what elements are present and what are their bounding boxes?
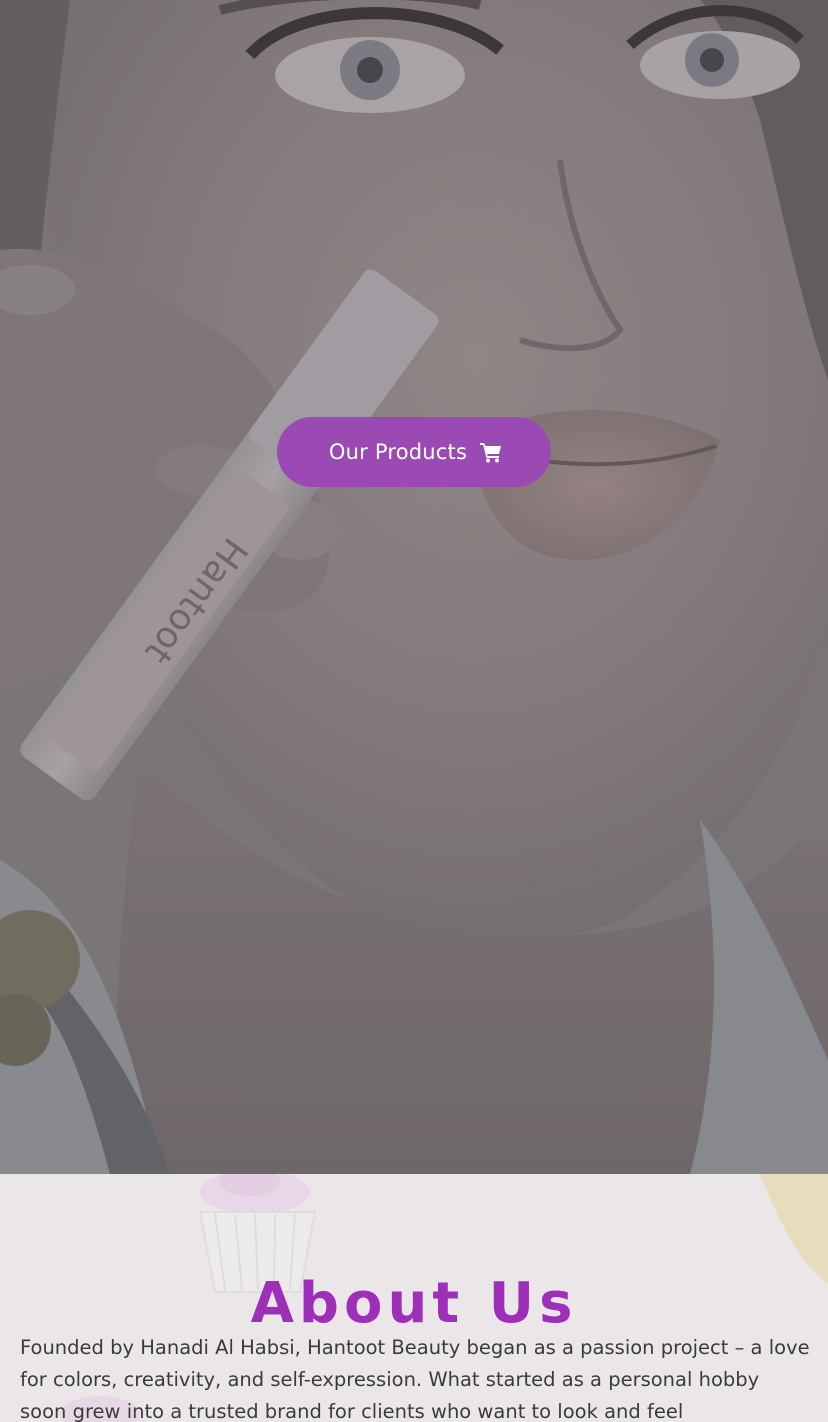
about-section: About Us Founded by Hanadi Al Habsi, Han… xyxy=(0,1174,828,1422)
hero-section: Hantoot Our Products xyxy=(0,0,828,1174)
about-us-paragraph: Founded by Hanadi Al Habsi, Hantoot Beau… xyxy=(20,1336,810,1422)
shopping-cart-icon xyxy=(480,443,502,463)
page: Hantoot Our Products About Us Founded by… xyxy=(0,0,828,1422)
our-products-button[interactable]: Our Products xyxy=(277,417,551,487)
hero-overlay xyxy=(0,0,828,1174)
our-products-label: Our Products xyxy=(328,440,468,464)
about-us-heading: About Us xyxy=(250,1271,578,1337)
